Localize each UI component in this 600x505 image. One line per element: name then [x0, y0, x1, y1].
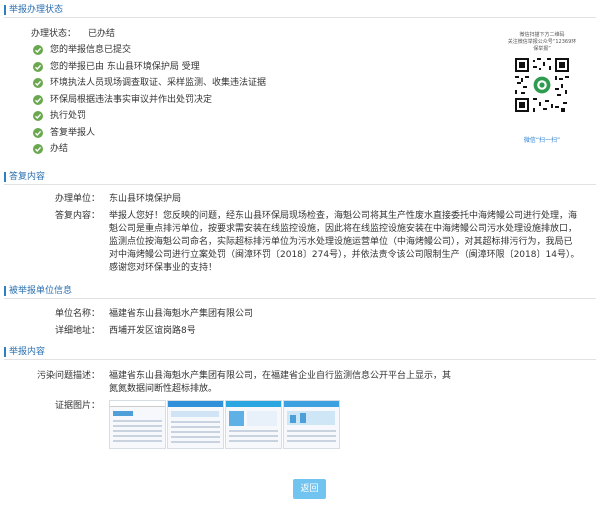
progress-step-label: 执行处罚 [50, 111, 87, 121]
qr-code-icon [515, 58, 569, 112]
section-title: 被举报单位信息 [9, 286, 73, 296]
check-circle-icon [33, 144, 43, 154]
section-header-status: 举报办理状态 [4, 4, 596, 18]
unit-name-value: 福建省东山县海魁水产集团有限公司 [109, 309, 254, 319]
section-title: 答复内容 [9, 172, 46, 182]
qr-caption-2: 关注微信举报公众号“12369环保举报” [507, 39, 577, 52]
status-label: 办理状态： [30, 29, 76, 39]
section-header-reported-unit: 被举报单位信息 [4, 285, 596, 299]
evidence-images-label: 证据图片： [54, 401, 100, 411]
unit-name-label: 单位名称： [54, 309, 100, 319]
progress-step-label: 您的举报信息已提交 [50, 45, 132, 55]
progress-step-label: 环保局根据违法事实审议并作出处罚决定 [50, 94, 213, 105]
evidence-image-3[interactable] [225, 400, 282, 449]
qr-scan-label: 微信“扫一扫” [523, 137, 561, 144]
reply-content-label: 答复内容： [54, 211, 100, 221]
problem-desc-value: 福建省东山县海魁水产集团有限公司，在福建省企业自行监测信息公开平台上显示，其氮氮… [109, 371, 452, 394]
progress-step-label: 环境执法人员现场调查取证、采样监测、收集违法证据 [50, 78, 267, 88]
problem-desc-label: 污染问题描述： [36, 371, 100, 381]
progress-step-label: 您的举报已由 东山县环境保护局 受理 [50, 61, 200, 72]
qr-caption-1: 微信扫描下方二维码 [519, 32, 565, 38]
reply-unit-value: 东山县环境保护局 [109, 194, 182, 204]
evidence-image-4[interactable] [283, 400, 340, 449]
check-circle-icon [33, 61, 43, 72]
progress-step-label: 办结 [50, 144, 69, 154]
progress-step-label: 答复举报人 [50, 127, 96, 138]
reply-content-value: 举报人您好！您反映的问题，经东山县环保局现场检查，海魁公司将其生产性废水直接委托… [109, 211, 580, 273]
check-circle-icon [33, 127, 43, 138]
check-circle-icon [33, 78, 43, 88]
section-header-report-content: 举报内容 [4, 346, 596, 360]
section-title: 举报办理状态 [9, 5, 64, 15]
check-circle-icon [33, 45, 43, 55]
back-button[interactable]: 返回 [293, 479, 326, 499]
check-circle-icon [33, 94, 43, 105]
status-value: 已办结 [88, 29, 116, 39]
section-title: 举报内容 [9, 347, 46, 357]
check-circle-icon [33, 111, 43, 121]
section-header-reply: 答复内容 [4, 171, 596, 185]
wechat-qr-panel: 微信扫描下方二维码 关注微信举报公众号“12369环保举报” 微信“扫一扫” [506, 30, 578, 148]
reply-unit-label: 办理单位： [54, 194, 100, 204]
evidence-image-1[interactable] [109, 400, 166, 449]
evidence-image-2[interactable] [167, 400, 224, 449]
unit-address-label: 详细地址： [54, 326, 100, 336]
unit-address-value: 西埔开发区谊岗路8号 [109, 326, 196, 336]
